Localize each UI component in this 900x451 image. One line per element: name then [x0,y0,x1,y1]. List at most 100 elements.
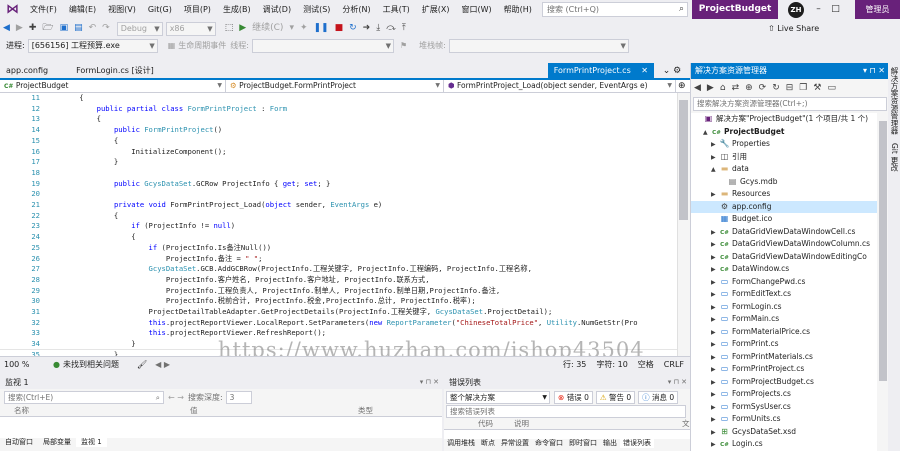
visual-studio-logo-icon[interactable]: ⋈ [6,2,22,17]
nav-arrows-icon[interactable]: ◀ ▶ [155,357,170,372]
tree-item[interactable]: ▶ ▭ FormMaterialPrice.cs [691,326,877,339]
search-input[interactable]: 搜索 (Ctrl+Q) ⌕ [542,2,688,17]
play-icon[interactable]: ▶ [236,19,249,38]
col-name[interactable]: 名称 [0,405,190,417]
zoom-level[interactable]: 100 % [0,357,50,372]
menu-item[interactable]: 测试(S) [297,0,336,19]
tree-item[interactable]: ▶ ⊞ GcysDataSet.xsd [691,426,877,439]
preview-icon[interactable]: ▭ [824,83,839,93]
show-all-files-icon[interactable]: ❐ [796,83,810,93]
menu-item[interactable]: 项目(P) [178,0,217,19]
tree-item[interactable]: ▶ ▭ FormMain.cs [691,313,877,326]
stack-frame-select[interactable]: ▼ [448,39,629,53]
tree-item[interactable]: ▶ ◫ 引用 [691,151,877,164]
strip-tab-solution-explorer[interactable]: 解决方案资源管理器 [889,67,900,135]
menu-item[interactable]: 窗口(W) [456,0,498,19]
save-icon[interactable]: ▣ [57,19,72,38]
switch-views-icon[interactable]: ⇄ [729,83,743,93]
step-out-icon[interactable]: ⤒ [399,19,409,38]
new-item-icon[interactable]: ✚ [26,19,40,38]
code-line[interactable]: 21 private void FormPrintProject_Load(ob… [0,200,677,211]
code-line[interactable]: 19 public GcysDataSet.GCRow ProjectInfo … [0,179,677,190]
step-into-icon[interactable]: ⤓ [373,19,383,38]
flag-icon[interactable]: ⚑ [400,38,407,54]
tab-exception-settings[interactable]: 异常设置 [498,439,532,448]
solution-tree-scroll-thumb[interactable] [879,121,887,381]
code-line[interactable]: 17 } [0,157,677,168]
tree-item[interactable]: ▶ ▭ FormLogin.cs [691,301,877,314]
menu-item[interactable]: 视图(V) [102,0,142,19]
member-nav-select[interactable]: ⬢ FormPrintProject_Load(object sender, E… [444,80,676,92]
tab-watch1[interactable]: 监视 1 [76,438,107,447]
thread-select[interactable]: ▼ [251,39,394,53]
tree-item[interactable]: ▶ ▭ FormUnits.cs [691,413,877,426]
menu-item[interactable]: 生成(B) [217,0,257,19]
col-description[interactable]: 说明 [514,418,682,430]
tab-list-chevron-icon[interactable]: ⌄ ⚙ [654,66,690,76]
maximize-icon[interactable]: □ [827,0,844,19]
restart-icon[interactable]: ↻ [346,19,360,38]
minimize-icon[interactable]: – [810,0,827,19]
col-type[interactable]: 类型 [358,405,373,417]
pause-icon[interactable]: ❚❚ [311,19,332,38]
tree-item[interactable]: ▦ Budget.ico [691,213,877,226]
home-icon[interactable]: ⌂ [717,83,729,93]
tree-item[interactable]: ▶ C# DataWindow.cs [691,263,877,276]
avatar[interactable]: ZH [788,2,804,18]
solution-search-input[interactable]: 搜索解决方案资源管理器(Ctrl+;) [693,97,887,111]
tree-item[interactable]: ▶ ▭ FormProjects.cs [691,388,877,401]
expander-chevron-icon[interactable]: ▶ [711,439,719,451]
watch-grid-body[interactable] [0,417,442,438]
configuration-select[interactable]: Debug ▼ [116,21,163,36]
tab-error-list[interactable]: 错误列表 [620,439,654,448]
project-nav-select[interactable]: C# ProjectBudget ▼ [0,80,226,92]
properties-icon[interactable]: ⚒ [810,83,824,93]
code-editor[interactable]: 11 {12 public partial class FormPrintPro… [0,93,677,356]
menu-item[interactable]: 工具(T) [377,0,416,19]
sync-icon[interactable]: ⟳ [756,83,770,93]
code-line[interactable]: 12 public partial class FormPrintProject… [0,104,677,115]
tree-item[interactable]: ▤ Gcys.mdb [691,176,877,189]
forward-icon[interactable]: ▶ [13,19,26,38]
code-line[interactable]: 27 GcysDataSet.GCB.AddGCBRow(ProjectInfo… [0,264,677,275]
dropdown-icon[interactable]: ▾ [286,19,297,38]
tree-item[interactable]: ▣ 解决方案"ProjectBudget"(1 个项目/共 1 个) [691,113,877,126]
class-nav-select[interactable]: ⚙ ProjectBudget.FormPrintProject ▼ [226,80,444,92]
code-line[interactable]: 20 [0,189,677,200]
error-search-input[interactable]: 搜索错误列表 [446,405,686,418]
code-line[interactable]: 11 { [0,93,677,104]
panel-controls-icon[interactable]: ▾ ⊓ ✕ [863,63,885,79]
tab-formlogin-designer[interactable]: FormLogin.cs [设计] [70,63,160,79]
menu-item[interactable]: 帮助(H) [498,0,538,19]
code-line[interactable]: 30 ProjectInfo.税前合计, ProjectInfo.税金,Proj… [0,296,677,307]
brush-icon[interactable]: 🖌 [137,357,147,372]
error-grid-body[interactable] [444,430,690,439]
lifecycle-label[interactable]: 生命周期事件 [178,38,226,54]
code-line[interactable]: 24 { [0,232,677,243]
undo-icon[interactable]: ↶ [86,19,100,38]
panel-controls-icon[interactable]: ▾ ⊓ ✕ [420,376,439,389]
tree-item[interactable]: ▶ ▭ FormEditText.cs [691,288,877,301]
tree-item[interactable]: ▶ ▭ FormProjectBudget.cs [691,376,877,389]
code-line[interactable]: 14 public FormPrintProject() [0,125,677,136]
pending-changes-icon[interactable]: ⊕ [742,83,756,93]
watch-search-input[interactable]: 搜索(Ctrl+E) ⌕ [4,390,164,404]
menu-item[interactable]: 分析(N) [336,0,376,19]
line-ending-indicator[interactable]: CRLF [664,357,684,372]
scope-select[interactable]: 整个解决方案 ▼ [446,390,550,404]
save-all-icon[interactable]: ▤ [71,19,86,38]
menu-item[interactable]: 文件(F) [24,0,63,19]
open-folder-icon[interactable]: 🗁 [39,19,56,38]
tree-item[interactable]: ▶ C# Login.cs [691,438,877,451]
continue-label[interactable]: 继续(C) [249,19,286,38]
stop-icon[interactable]: ■ [332,19,347,38]
col-file[interactable]: 文 [682,418,690,430]
col-value[interactable]: 值 [190,405,358,417]
tab-breakpoints[interactable]: 断点 [478,439,498,448]
messages-filter[interactable]: ⓘ 消息 0 [638,390,679,404]
tab-call-stack[interactable]: 调用堆栈 [444,439,478,448]
live-share-button[interactable]: ⇧ Live Share [768,19,819,38]
platform-select[interactable]: x86 ▼ [165,21,216,36]
tooltip-icon[interactable]: ⬚ [222,19,237,38]
refresh-icon[interactable]: ↻ [769,83,783,93]
